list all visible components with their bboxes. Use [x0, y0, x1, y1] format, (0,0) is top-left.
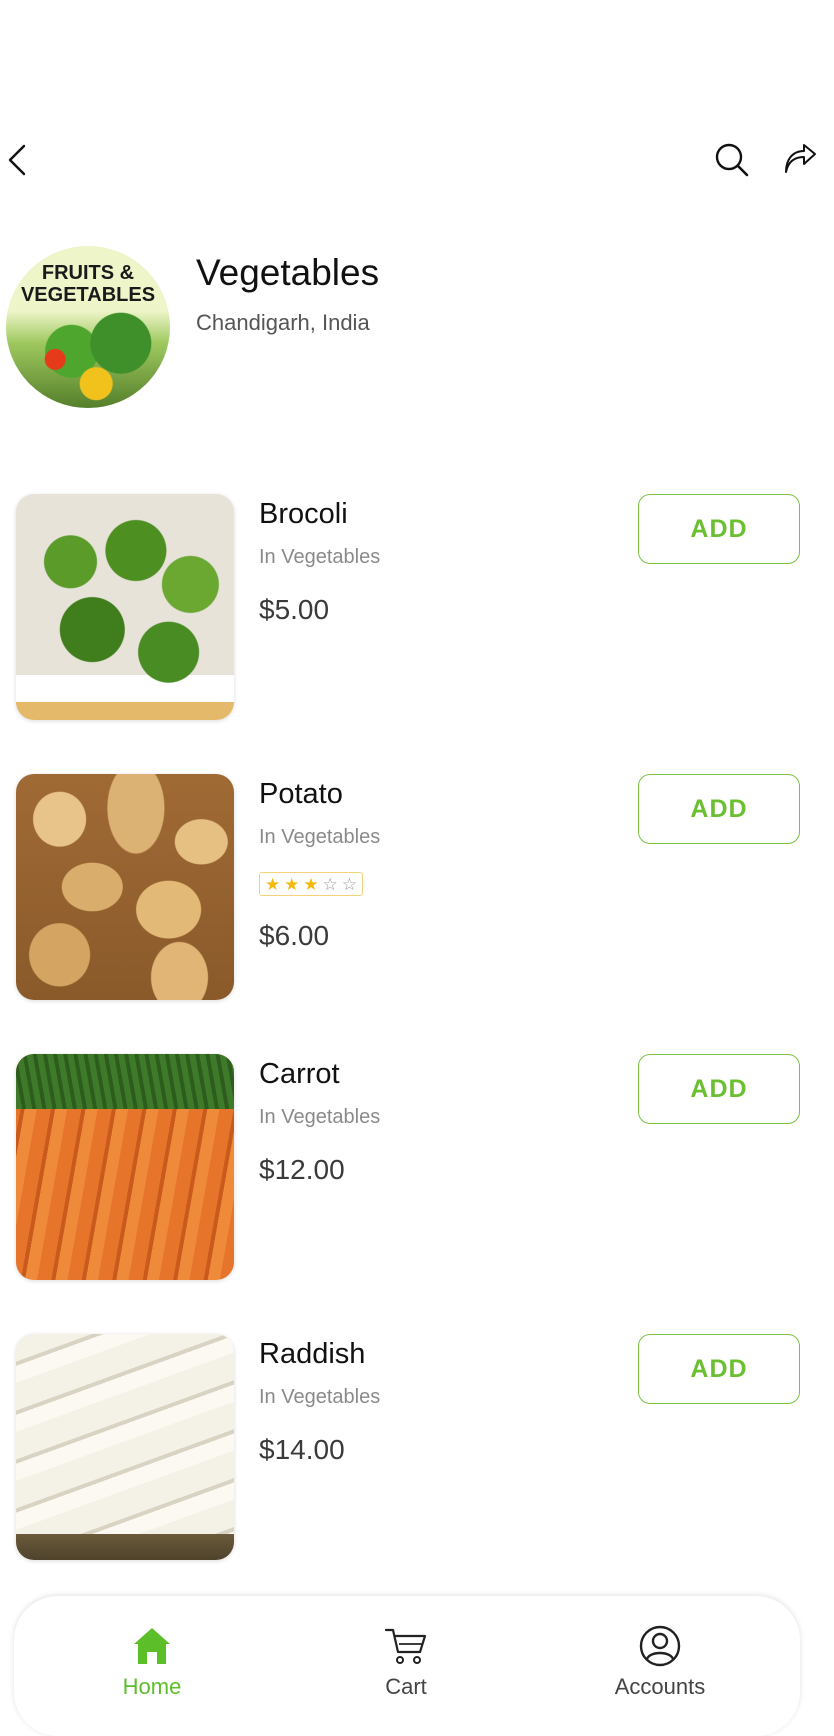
- nav-label: Accounts: [614, 1674, 706, 1699]
- product-image[interactable]: [16, 774, 234, 1000]
- product-price: $6.00: [259, 920, 330, 951]
- star-empty-icon: ☆: [341, 874, 357, 894]
- list-item[interactable]: Raddish In Vegetables $14.00 ADD: [0, 1334, 834, 1564]
- add-button[interactable]: ADD: [638, 774, 800, 844]
- nav-label: Cart: [385, 1674, 427, 1699]
- star-rating: ★ ★ ★ ☆ ☆: [259, 872, 363, 896]
- nav-label: Home: [122, 1674, 182, 1699]
- store-location: Chandigarh, India: [196, 310, 370, 335]
- product-category: In Vegetables: [259, 546, 381, 568]
- star-filled-icon: ★: [284, 874, 300, 894]
- star-filled-icon: ★: [303, 874, 319, 894]
- product-image[interactable]: [16, 1054, 234, 1280]
- store-logo-text: FRUITS & VEGETABLES: [20, 262, 156, 306]
- product-image[interactable]: [16, 494, 234, 720]
- account-icon: [639, 1625, 681, 1667]
- product-category: In Vegetables: [259, 826, 381, 848]
- store-header: FRUITS & VEGETABLES Vegetables Chandigar…: [6, 246, 826, 414]
- product-name: Potato: [259, 778, 343, 810]
- product-name: Raddish: [259, 1338, 366, 1370]
- list-item[interactable]: Carrot In Vegetables $12.00 ADD: [0, 1054, 834, 1284]
- product-name: Carrot: [259, 1058, 340, 1090]
- cart-icon: [384, 1628, 427, 1664]
- product-name: Brocoli: [259, 498, 348, 530]
- add-button[interactable]: ADD: [638, 1334, 800, 1404]
- page-title: Vegetables: [196, 252, 380, 293]
- top-bar: [0, 130, 834, 190]
- store-logo: FRUITS & VEGETABLES: [6, 246, 170, 408]
- nav-item-cart[interactable]: Cart: [326, 1624, 486, 1714]
- product-category: In Vegetables: [259, 1106, 381, 1128]
- search-icon[interactable]: [714, 142, 750, 178]
- list-item[interactable]: Potato In Vegetables ★ ★ ★ ☆ ☆ $6.00 ADD: [0, 774, 834, 1004]
- home-icon: [134, 1628, 170, 1664]
- product-image[interactable]: [16, 1334, 234, 1560]
- product-price: $5.00: [259, 594, 330, 625]
- list-item[interactable]: Brocoli In Vegetables $5.00 ADD: [0, 494, 834, 724]
- nav-item-home[interactable]: Home: [72, 1624, 232, 1714]
- star-empty-icon: ☆: [322, 874, 338, 894]
- product-price: $14.00: [259, 1434, 345, 1465]
- add-button[interactable]: ADD: [638, 494, 800, 564]
- chevron-left-icon[interactable]: [4, 140, 34, 180]
- share-icon[interactable]: [782, 142, 818, 178]
- nav-item-accounts[interactable]: Accounts: [580, 1624, 740, 1714]
- product-price: $12.00: [259, 1154, 345, 1185]
- bottom-nav: Home Cart Accounts: [14, 1596, 800, 1736]
- star-filled-icon: ★: [264, 874, 281, 894]
- add-button[interactable]: ADD: [638, 1054, 800, 1124]
- product-category: In Vegetables: [259, 1386, 381, 1408]
